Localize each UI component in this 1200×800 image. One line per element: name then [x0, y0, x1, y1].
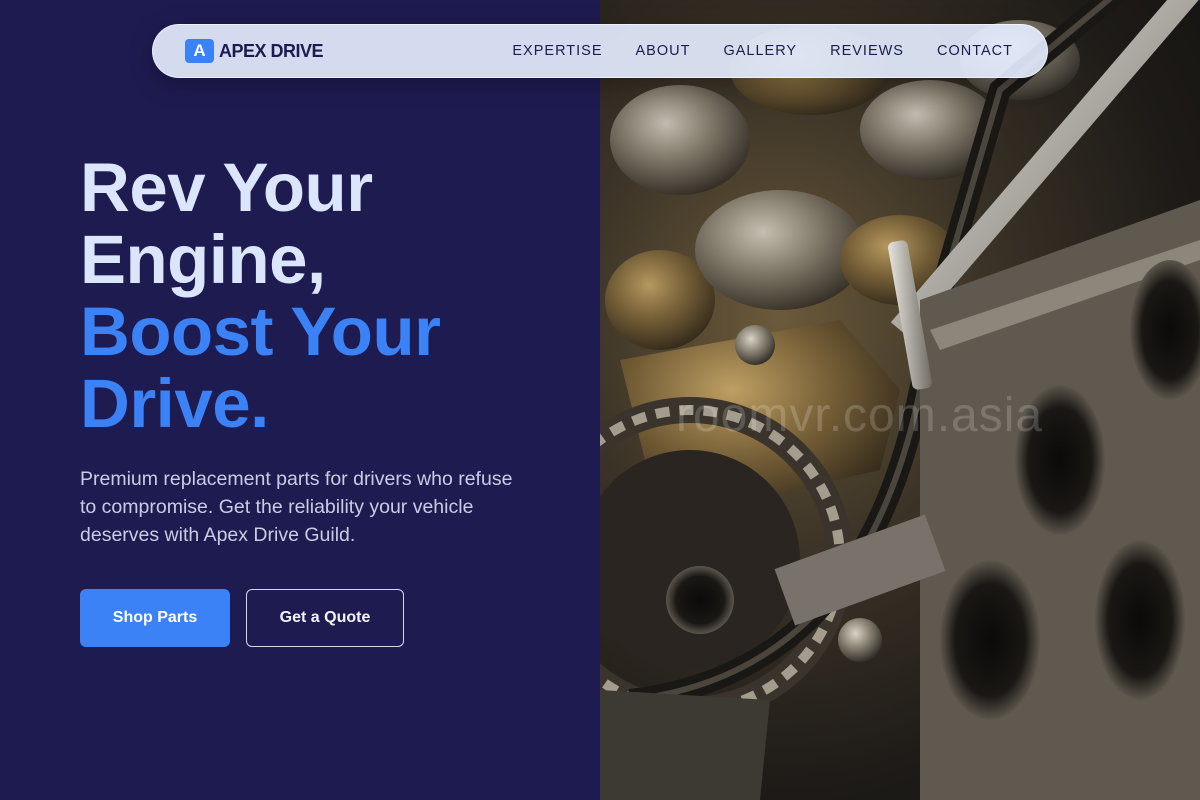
- headline-line-3: Boost Your: [80, 293, 441, 370]
- top-navbar: A APEX DRIVE EXPERTISE ABOUT GALLERY REV…: [152, 24, 1048, 78]
- headline-line-1: Rev Your: [80, 149, 373, 226]
- shop-parts-button[interactable]: Shop Parts: [80, 589, 230, 647]
- hero-subtitle: Premium replacement parts for drivers wh…: [80, 468, 513, 546]
- brand-name: APEX DRIVE: [219, 40, 324, 61]
- get-quote-button[interactable]: Get a Quote: [246, 589, 404, 647]
- nav-link-expertise[interactable]: EXPERTISE: [512, 43, 602, 59]
- brand-logo[interactable]: A APEX DRIVE: [185, 39, 324, 63]
- nav-link-gallery[interactable]: GALLERY: [723, 43, 797, 59]
- hero-panel: Rev Your Engine, Boost Your Drive. Premi…: [0, 0, 600, 800]
- nav-link-reviews[interactable]: REVIEWS: [830, 43, 904, 59]
- engine-photo: roomvr.com.asia: [600, 0, 1200, 800]
- headline-line-4: Drive.: [80, 365, 269, 442]
- nav-link-contact[interactable]: CONTACT: [937, 43, 1013, 59]
- hero-headline: Rev Your Engine, Boost Your Drive.: [80, 152, 560, 440]
- nav-link-about[interactable]: ABOUT: [636, 43, 691, 59]
- brand-mark-icon: A: [185, 39, 214, 63]
- nav-links: EXPERTISE ABOUT GALLERY REVIEWS CONTACT: [512, 43, 1013, 59]
- watermark: roomvr.com.asia: [676, 389, 1044, 442]
- headline-line-2: Engine,: [80, 221, 326, 298]
